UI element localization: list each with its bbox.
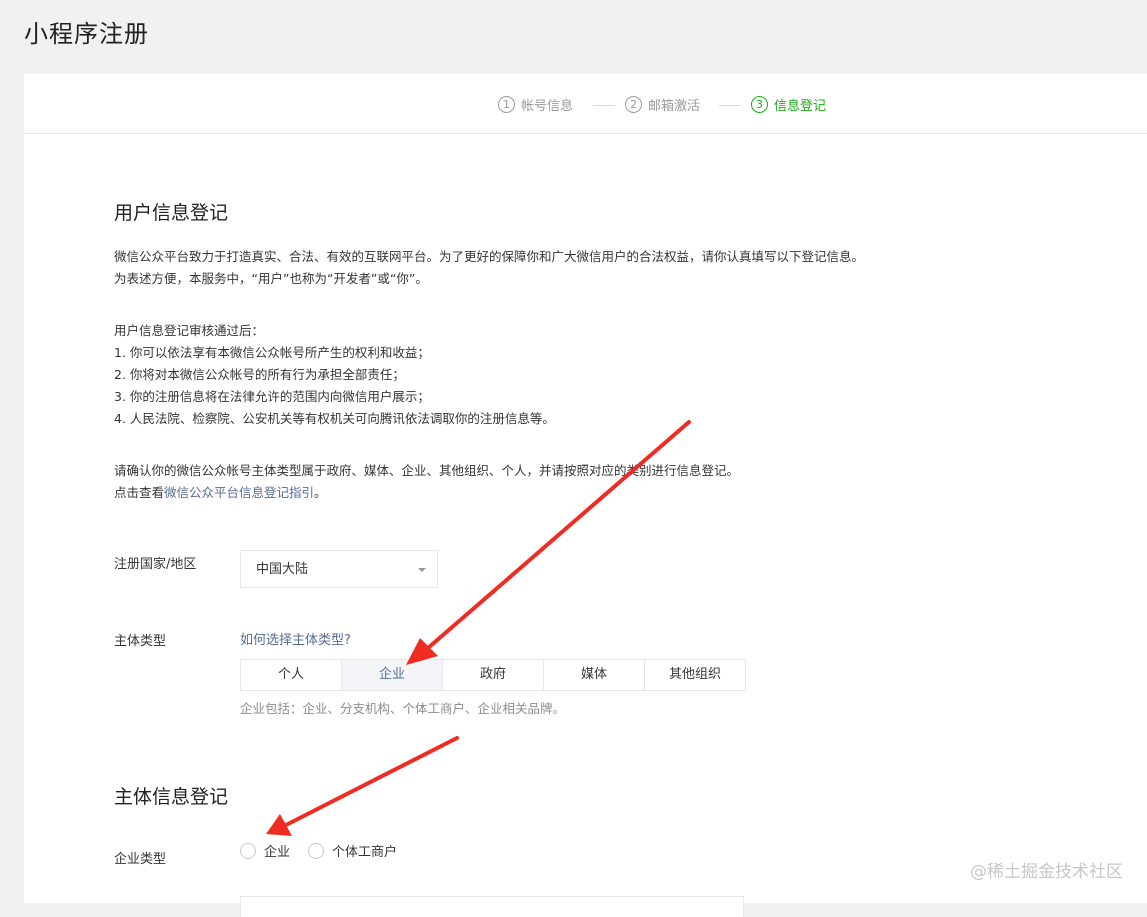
- region-label: 注册国家/地区: [114, 557, 197, 572]
- subject-tab-enterprise[interactable]: 企业: [342, 660, 443, 690]
- step-number: 3: [751, 96, 768, 113]
- subject-tab-government[interactable]: 政府: [443, 660, 544, 690]
- guide-link[interactable]: 微信公众平台信息登记指引: [164, 485, 314, 500]
- step-label: 信息登记: [774, 99, 827, 114]
- radio-label: 个体工商户: [332, 845, 398, 860]
- company-name-input[interactable]: [240, 896, 744, 917]
- step-account-info: 1 帐号信息: [498, 95, 573, 114]
- page-title: 小程序注册: [24, 20, 149, 48]
- confirm-subject-text: 请确认你的微信公众帐号主体类型属于政府、媒体、企业、其他组织、个人，并请按照对应…: [114, 463, 740, 478]
- subject-type-label: 主体类型: [114, 634, 167, 649]
- step-number: 2: [625, 96, 642, 113]
- chevron-down-icon: [418, 568, 426, 572]
- after-approval-title: 用户信息登记审核通过后：: [114, 323, 265, 338]
- radio-label: 企业: [264, 845, 291, 860]
- entity-info-heading: 主体信息登记: [114, 786, 229, 808]
- company-type-label: 企业类型: [114, 852, 167, 867]
- step-divider: [719, 105, 741, 106]
- subject-help-link[interactable]: 如何选择主体类型?: [240, 629, 351, 648]
- step-divider: [593, 105, 615, 106]
- after-approval-item: 2. 你将对本微信公众帐号的所有行为承担全部责任；: [114, 367, 405, 382]
- registration-card: 1 帐号信息 2 邮箱激活 3 信息登记 用户信息登记 微信公众平台致力于打造真…: [24, 74, 1147, 917]
- step-label: 邮箱激活: [648, 99, 701, 114]
- step-number: 1: [498, 96, 515, 113]
- step-label: 帐号信息: [521, 99, 574, 114]
- step-indicator: 1 帐号信息 2 邮箱激活 3 信息登记: [24, 74, 1147, 134]
- intro-line-1: 微信公众平台致力于打造真实、合法、有效的互联网平台。为了更好的保障你和广大微信用…: [114, 249, 865, 264]
- after-approval-item: 4. 人民法院、检察院、公安机关等有权机关可向腾讯依法调取你的注册信息等。: [114, 411, 555, 426]
- guide-suffix: 。: [314, 485, 327, 500]
- after-approval-item: 1. 你可以依法享有本微信公众帐号所产生的权利和收益；: [114, 345, 430, 360]
- radio-circle-icon: [240, 842, 256, 859]
- radio-circle-icon: [308, 842, 324, 859]
- subject-tab-other-org[interactable]: 其他组织: [645, 660, 745, 690]
- after-approval-item: 3. 你的注册信息将在法律允许的范围内向微信用户展示；: [114, 389, 430, 404]
- subject-type-tabs: 个人 企业 政府 媒体 其他组织: [240, 659, 746, 691]
- user-info-heading: 用户信息登记: [114, 202, 229, 224]
- guide-prefix: 点击查看: [114, 485, 165, 500]
- subject-tab-individual[interactable]: 个人: [241, 660, 342, 690]
- subject-tab-media[interactable]: 媒体: [544, 660, 645, 690]
- intro-line-2: 为表述方便，本服务中，“用户”也称为“开发者”或“你”。: [114, 271, 428, 286]
- subject-hint: 企业包括：企业、分支机构、个体工商户、企业相关品牌。: [240, 701, 566, 716]
- step-info-registration: 3 信息登记: [751, 95, 826, 114]
- radio-individual-business[interactable]: 个体工商户: [308, 841, 397, 860]
- radio-enterprise[interactable]: 企业: [240, 841, 290, 860]
- guide-line: 点击查看微信公众平台信息登记指引。: [114, 482, 327, 503]
- region-select[interactable]: 中国大陆: [240, 550, 438, 588]
- region-selected-value: 中国大陆: [256, 562, 309, 577]
- step-email-activation: 2 邮箱激活: [625, 95, 700, 114]
- watermark: @稀土掘金技术社区: [970, 862, 1123, 882]
